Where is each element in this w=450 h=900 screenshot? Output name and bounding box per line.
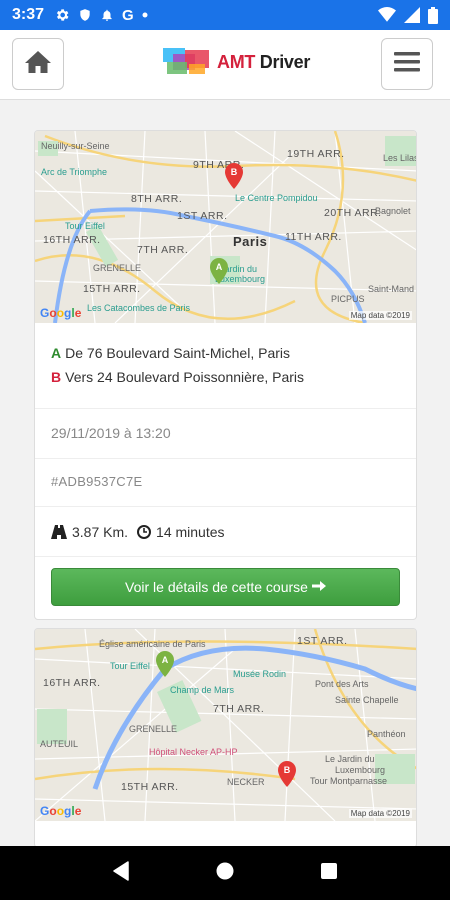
brand-name: AMT Driver bbox=[217, 51, 311, 72]
map-label: Pont des Arts bbox=[315, 679, 369, 689]
map-label: 8TH ARR. bbox=[131, 193, 183, 205]
map-label: Neuilly-sur-Seine bbox=[41, 141, 110, 151]
road-icon bbox=[51, 524, 67, 539]
ride-details-button[interactable]: Voir le détails de cette course bbox=[51, 568, 400, 606]
map-label: Musée Rodin bbox=[233, 669, 287, 679]
status-time: 3:37 bbox=[12, 6, 45, 23]
battery-icon bbox=[428, 6, 438, 24]
map-label: 1ST ARR. bbox=[297, 635, 348, 647]
route-addresses: A De 76 Boulevard Saint-Michel, Paris B Ve… bbox=[35, 323, 416, 409]
home-icon bbox=[25, 50, 51, 79]
map-label: GRENELLE bbox=[93, 263, 142, 273]
signal-icon bbox=[404, 7, 420, 23]
ride-datetime: 29/11/2019 à 13:20 bbox=[35, 409, 416, 459]
map-label: Bagnolet bbox=[375, 206, 411, 216]
svg-text:B: B bbox=[284, 765, 291, 775]
bell-icon bbox=[100, 7, 114, 23]
ride-card[interactable]: Église américaine de Paris 1ST ARR. Tour… bbox=[34, 628, 417, 848]
logo-mark bbox=[163, 46, 211, 78]
home-button[interactable] bbox=[12, 38, 64, 90]
map-label: Saint-Mand bbox=[368, 284, 415, 294]
destination-pin-b: B bbox=[278, 761, 296, 787]
ride-reference: #ADB9537C7E bbox=[35, 459, 416, 507]
ride-distance-duration: 3.87 Km. 14 minutes bbox=[35, 507, 416, 557]
duration-value: 14 minutes bbox=[156, 523, 225, 540]
map-label: 11TH ARR. bbox=[285, 231, 342, 243]
map-label: Les Catacombes de Paris bbox=[87, 303, 191, 313]
route-map[interactable]: Église américaine de Paris 1ST ARR. Tour… bbox=[35, 629, 416, 821]
menu-button[interactable] bbox=[381, 38, 433, 90]
google-logo: Google bbox=[40, 804, 82, 818]
nav-recents-icon[interactable] bbox=[320, 862, 338, 885]
map-label: NECKER bbox=[227, 777, 265, 787]
dot-icon bbox=[142, 12, 148, 18]
map-label: Hôpital Necker AP-HP bbox=[149, 747, 238, 757]
map-label: Champ de Mars bbox=[170, 685, 235, 695]
map-label: 19TH ARR. bbox=[287, 148, 345, 160]
map-label: Le Jardin du bbox=[325, 754, 375, 764]
app-header: AMT Driver bbox=[0, 30, 450, 100]
ride-card[interactable]: Neuilly-sur-Seine Arc de Triomphe 9TH AR… bbox=[34, 130, 417, 620]
google-status-icon: G bbox=[122, 6, 134, 24]
svg-text:B: B bbox=[231, 167, 238, 177]
map-background bbox=[35, 629, 416, 821]
map-attribution: Map data ©2019 bbox=[348, 809, 412, 818]
map-label: 16TH ARR. bbox=[43, 234, 101, 246]
hamburger-menu-icon bbox=[394, 51, 420, 78]
origin-address-line: A De 76 Boulevard Saint-Michel, Paris bbox=[51, 345, 400, 361]
origin-pin-a: A bbox=[210, 258, 228, 284]
status-bar: 3:37 G bbox=[0, 0, 450, 30]
map-label: Le Centre Pompidou bbox=[235, 193, 318, 203]
map-label: 7TH ARR. bbox=[137, 244, 189, 256]
origin-pin-a: A bbox=[156, 651, 174, 677]
arrow-right-icon bbox=[311, 579, 326, 595]
shield-icon bbox=[78, 7, 92, 23]
map-attribution: Map data ©2019 bbox=[348, 311, 412, 320]
svg-text:A: A bbox=[216, 262, 223, 272]
settings-icon bbox=[54, 7, 70, 23]
route-map[interactable]: Neuilly-sur-Seine Arc de Triomphe 9TH AR… bbox=[35, 131, 416, 323]
map-label: 15TH ARR. bbox=[83, 283, 141, 295]
map-label: GRENELLE bbox=[129, 724, 178, 734]
map-label: 7TH ARR. bbox=[213, 703, 265, 715]
wifi-icon bbox=[378, 7, 396, 23]
map-label: 20TH ARR. bbox=[324, 207, 382, 219]
clock-icon bbox=[137, 524, 152, 539]
map-label: Luxembourg bbox=[335, 765, 386, 775]
system-nav-bar bbox=[0, 846, 450, 900]
destination-pin-b: B bbox=[225, 163, 243, 189]
map-label: AUTEUIL bbox=[40, 739, 79, 749]
origin-letter: A bbox=[51, 345, 62, 361]
cta-container: Voir le détails de cette course bbox=[35, 557, 416, 617]
map-label: 1ST ARR. bbox=[177, 210, 228, 222]
map-label: Église américaine de Paris bbox=[99, 639, 206, 649]
map-label-city: Paris bbox=[233, 234, 268, 249]
map-label: PICPUS bbox=[331, 294, 365, 304]
map-label: Tour Eiffel bbox=[65, 221, 105, 231]
distance-value: 3.87 Km. bbox=[72, 523, 129, 540]
map-label: Sainte Chapelle bbox=[335, 695, 399, 705]
nav-home-icon[interactable] bbox=[215, 861, 235, 886]
map-label: Tour Montparnasse bbox=[310, 776, 388, 786]
map-label: Tour Eiffel bbox=[110, 661, 150, 671]
destination-letter: B bbox=[51, 369, 62, 385]
map-label: Les Lilas bbox=[383, 153, 416, 163]
destination-address: Vers 24 Boulevard Poissonnière, Paris bbox=[65, 369, 305, 385]
app-logo: AMT Driver bbox=[163, 46, 310, 78]
ride-details-label: Voir le détails de cette course bbox=[125, 579, 308, 595]
map-label: Arc de Triomphe bbox=[41, 167, 108, 177]
nav-back-icon[interactable] bbox=[112, 860, 130, 886]
origin-address: De 76 Boulevard Saint-Michel, Paris bbox=[65, 345, 291, 361]
map-label: Panthéon bbox=[367, 729, 406, 739]
destination-address-line: B Vers 24 Boulevard Poissonnière, Paris bbox=[51, 369, 400, 385]
svg-text:A: A bbox=[162, 655, 169, 665]
google-logo: Google bbox=[40, 306, 82, 320]
map-label: 16TH ARR. bbox=[43, 677, 101, 689]
map-label: 15TH ARR. bbox=[121, 781, 179, 793]
